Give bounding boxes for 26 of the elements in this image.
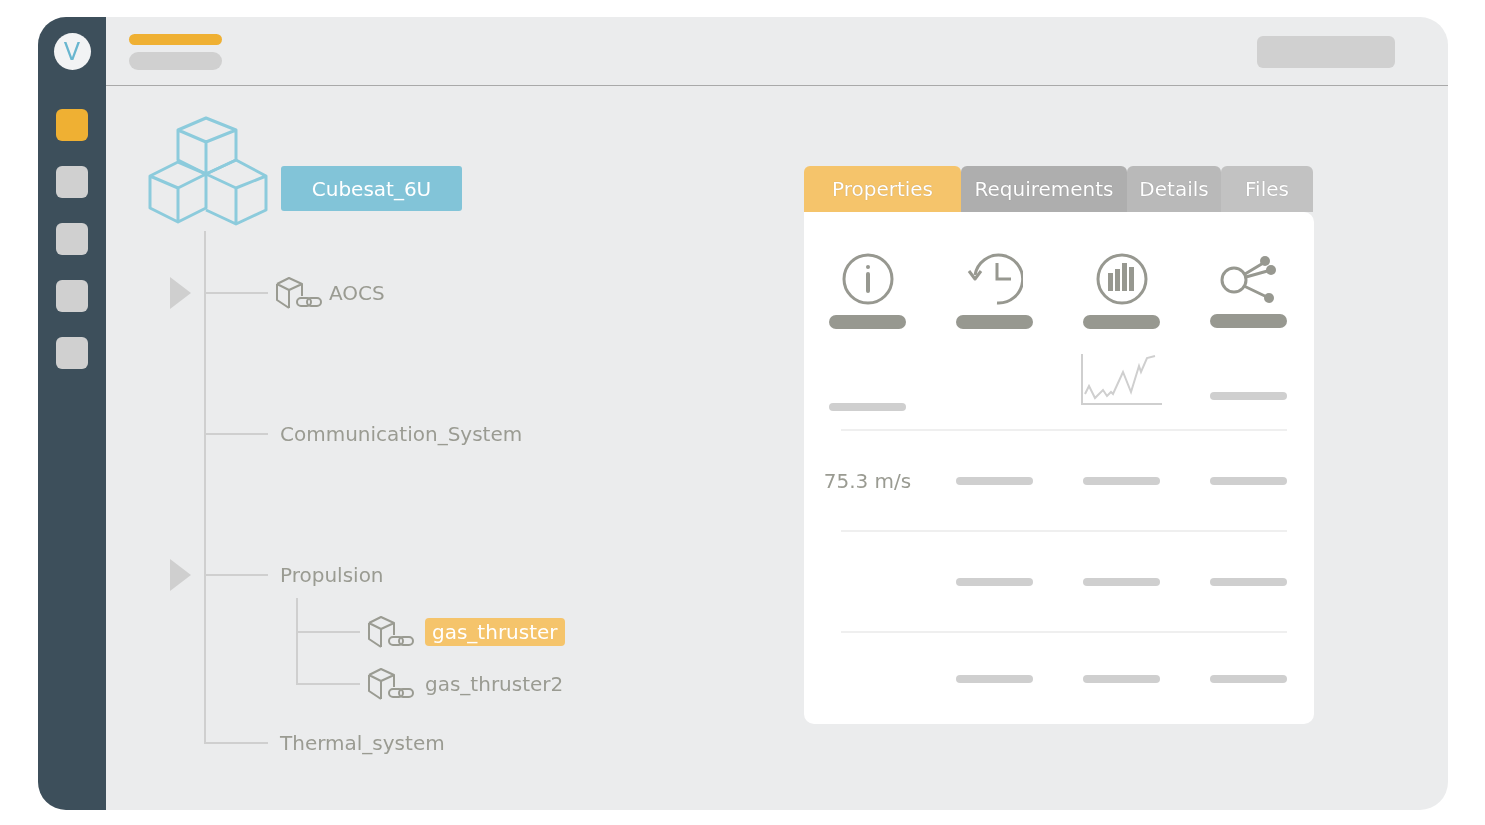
tree-item[interactable]: Propulsion: [280, 563, 384, 587]
info-icon: [841, 253, 894, 305]
tab[interactable]: Details: [1127, 166, 1221, 212]
tree-item[interactable]: Communication_System: [280, 422, 523, 446]
sidebar-item[interactable]: [56, 109, 88, 141]
sidebar-item[interactable]: [56, 280, 88, 312]
tree-item[interactable]: gas_thruster: [425, 618, 565, 646]
tree-item[interactable]: AOCS: [329, 281, 385, 305]
root-node-label[interactable]: Cubesat_6U: [281, 166, 462, 211]
tab[interactable]: Files: [1221, 166, 1313, 212]
tab[interactable]: Properties: [804, 166, 961, 212]
cube-link-icon: [275, 276, 325, 310]
bar-chart-icon: [1095, 253, 1148, 305]
history-clock-icon: [966, 253, 1023, 305]
tab[interactable]: Requirements: [961, 166, 1127, 212]
tree-item[interactable]: gas_thruster2: [425, 672, 564, 696]
app-logo: V: [53, 33, 91, 70]
property-value: 75.3 m/s: [823, 468, 912, 493]
cube-link-icon: [367, 615, 417, 649]
share-icon: [1218, 254, 1279, 304]
cube-link-icon: [367, 667, 417, 701]
sidebar-item[interactable]: [56, 166, 88, 198]
tree-item[interactable]: Thermal_system: [280, 731, 445, 755]
stacked-cubes-icon: [148, 116, 268, 228]
sidebar-item[interactable]: [56, 337, 88, 369]
sidebar-item[interactable]: [56, 223, 88, 255]
